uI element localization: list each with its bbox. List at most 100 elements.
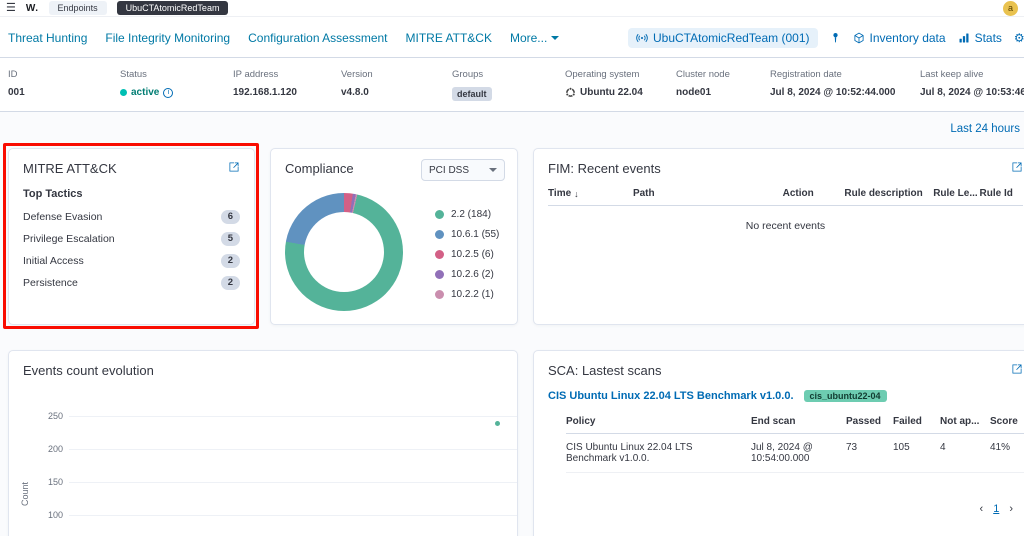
- agent-actions: UbuCTAtomicRedTeam (001) Inventory data: [628, 17, 1024, 58]
- agent-ip-value: 192.168.1.120: [233, 87, 341, 98]
- sca-scan-row[interactable]: CIS Ubuntu Linux 22.04 LTS Benchmark v1.…: [566, 434, 1024, 473]
- menu-icon[interactable]: ☰: [6, 3, 16, 14]
- legend-item[interactable]: 10.2.5 (6): [435, 249, 499, 260]
- legend-item[interactable]: 10.2.2 (1): [435, 289, 499, 300]
- inventory-data-label: Inventory data: [870, 31, 946, 45]
- agent-version-field: Version v4.8.0: [341, 69, 452, 111]
- sca-col-passed[interactable]: Passed: [846, 416, 893, 427]
- tab-configuration-assessment[interactable]: Configuration Assessment: [248, 31, 387, 45]
- time-range-button[interactable]: Last 24 hours: [950, 123, 1020, 135]
- legend-label: 10.6.1 (55): [451, 229, 499, 240]
- breadcrumb-endpoints[interactable]: Endpoints: [49, 1, 107, 15]
- tab-file-integrity-monitoring[interactable]: File Integrity Monitoring: [105, 31, 230, 45]
- compliance-standard-select[interactable]: PCI DSS: [421, 159, 505, 181]
- gridline: [69, 482, 517, 483]
- sca-policy-link[interactable]: CIS Ubuntu Linux 22.04 LTS Benchmark v1.…: [548, 390, 794, 402]
- sca-pagination: ‹ 1 ›: [980, 503, 1013, 515]
- tick-label: 150: [37, 477, 63, 487]
- fim-popout-icon[interactable]: [1011, 161, 1023, 173]
- fim-empty-message: No recent events: [548, 206, 1023, 246]
- tactic-name: Initial Access: [23, 255, 84, 267]
- tick-label: 200: [37, 444, 63, 454]
- pagination-page-1[interactable]: 1: [993, 503, 999, 515]
- legend-swatch: [435, 230, 444, 239]
- agent-keepalive-label: Last keep alive: [920, 69, 1024, 80]
- y-tick-100: 100: [37, 510, 517, 520]
- sca-cell-failed: 105: [893, 442, 940, 464]
- sca-cell-score: 41%: [990, 442, 1024, 464]
- legend-swatch: [435, 250, 444, 259]
- tab-mitre-attck[interactable]: MITRE ATT&CK: [406, 31, 492, 45]
- agent-cluster-field: Cluster node node01: [676, 69, 770, 111]
- agent-registration-value: Jul 8, 2024 @ 10:52:44.000: [770, 87, 920, 98]
- tactic-row-persistence[interactable]: Persistence 2: [9, 272, 254, 294]
- agent-keepalive-field: Last keep alive Jul 8, 2024 @ 10:53:46.0…: [920, 69, 1024, 111]
- fim-col-path[interactable]: Path: [633, 188, 783, 199]
- sca-col-end-scan[interactable]: End scan: [751, 416, 846, 427]
- stats-button[interactable]: Stats: [958, 31, 1002, 45]
- sca-col-not-applicable[interactable]: Not ap...: [940, 416, 990, 427]
- sort-desc-icon: ↓: [574, 189, 579, 199]
- agent-os-field: Operating system Ubuntu 22.04: [565, 69, 676, 111]
- legend-item[interactable]: 10.2.6 (2): [435, 269, 499, 280]
- tactic-row-privilege-escalation[interactable]: Privilege Escalation 5: [9, 228, 254, 250]
- fim-panel-title: FIM: Recent events: [548, 161, 661, 176]
- breadcrumb-current-agent[interactable]: UbuCTAtomicRedTeam: [117, 1, 229, 15]
- agent-os-value: Ubuntu 22.04: [580, 87, 643, 98]
- mitre-popout-icon[interactable]: [228, 161, 240, 173]
- gridline: [69, 449, 517, 450]
- sca-col-score[interactable]: Score: [990, 416, 1024, 427]
- agent-registration-field: Registration date Jul 8, 2024 @ 10:52:44…: [770, 69, 920, 111]
- fim-col-time[interactable]: Time ↓: [548, 188, 633, 199]
- sca-cell-end-scan: Jul 8, 2024 @ 10:54:00.000: [751, 442, 846, 464]
- fim-col-rule-id[interactable]: Rule Id: [980, 188, 1023, 199]
- avatar[interactable]: a: [1003, 1, 1018, 16]
- tab-threat-hunting[interactable]: Threat Hunting: [8, 31, 87, 45]
- sca-col-policy[interactable]: Policy: [566, 416, 751, 427]
- tab-more-menu[interactable]: More...: [510, 31, 559, 45]
- tactic-count-badge: 2: [221, 276, 240, 290]
- agent-status-label: Status: [120, 69, 233, 80]
- fim-col-action[interactable]: Action: [783, 188, 845, 199]
- group-default-badge[interactable]: default: [452, 87, 492, 101]
- inventory-cube-icon: [853, 32, 865, 44]
- status-info-icon[interactable]: i: [163, 88, 173, 98]
- wazuh-logo[interactable]: W.: [26, 3, 39, 14]
- tactic-row-initial-access[interactable]: Initial Access 2: [9, 250, 254, 272]
- pin-icon[interactable]: [830, 32, 841, 43]
- sca-panel-title: SCA: Lastest scans: [548, 363, 661, 378]
- compliance-donut[interactable]: [285, 193, 403, 311]
- agent-os-label: Operating system: [565, 69, 676, 80]
- legend-swatch: [435, 210, 444, 219]
- agent-pill-label: UbuCTAtomicRedTeam (001): [653, 31, 810, 45]
- col-label: Time: [548, 188, 571, 199]
- legend-item[interactable]: 10.6.1 (55): [435, 229, 499, 240]
- sca-policy-badge: cis_ubuntu22-04: [804, 390, 887, 402]
- compliance-panel: Compliance PCI DSS 2.2 (184) 10.6.1 (55)…: [270, 148, 518, 325]
- inventory-data-button[interactable]: Inventory data: [853, 31, 946, 45]
- compliance-panel-title: Compliance: [285, 161, 354, 176]
- tick-label: 250: [37, 411, 63, 421]
- pagination-prev-icon[interactable]: ‹: [980, 503, 984, 515]
- configuration-button[interactable]: ⚙ Configuration: [1014, 31, 1024, 45]
- top-bar: ☰ W. Endpoints UbuCTAtomicRedTeam a: [0, 0, 1024, 17]
- agent-version-label: Version: [341, 69, 452, 80]
- legend-item[interactable]: 2.2 (184): [435, 209, 499, 220]
- fim-col-rule-level[interactable]: Rule Le...: [933, 188, 979, 199]
- agent-status-value: active: [131, 87, 159, 98]
- status-active-dot: [120, 89, 127, 96]
- tactic-name: Defense Evasion: [23, 211, 102, 223]
- pagination-next-icon[interactable]: ›: [1009, 503, 1013, 515]
- agent-info-bar: ID 001 Status active i IP address 192.16…: [0, 58, 1024, 112]
- agent-selector-pill[interactable]: UbuCTAtomicRedTeam (001): [628, 28, 818, 48]
- legend-label: 10.2.2 (1): [451, 289, 494, 300]
- fim-col-rule-description[interactable]: Rule description: [844, 188, 933, 199]
- legend-swatch: [435, 270, 444, 279]
- module-tabs: Threat Hunting File Integrity Monitoring…: [8, 17, 559, 58]
- gridline: [69, 416, 517, 417]
- agent-signal-icon: [636, 32, 648, 44]
- sca-col-failed[interactable]: Failed: [893, 416, 940, 427]
- tactic-row-defense-evasion[interactable]: Defense Evasion 6: [9, 206, 254, 228]
- sca-popout-icon[interactable]: [1011, 363, 1023, 375]
- agent-id-label: ID: [8, 69, 120, 80]
